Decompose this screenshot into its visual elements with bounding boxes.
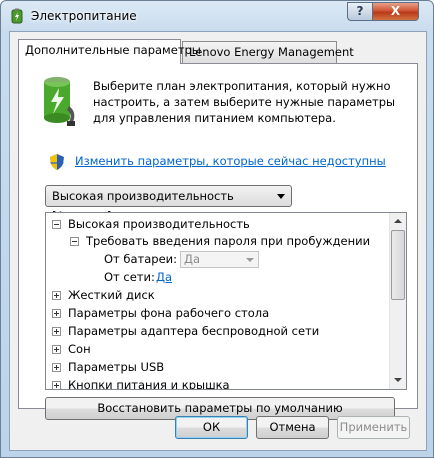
collapse-icon[interactable] [70,237,79,246]
collapse-icon[interactable] [52,220,61,229]
tab-advanced-settings[interactable]: Дополнительные параметры [18,39,201,64]
change-unavailable-settings-link[interactable]: Изменить параметры, которые сейчас недос… [75,154,386,168]
close-button[interactable]: X [372,2,419,21]
description-text: Выберите план электропитания, который ну… [93,79,396,125]
title-bar[interactable]: Электропитание ? X [1,1,433,31]
power-plan-dropdown[interactable]: Высокая производительность [Активен] [45,185,292,223]
tab-panel: Выберите план электропитания, который ну… [18,63,418,420]
chevron-down-icon [277,194,285,199]
uac-shield-icon [50,154,64,170]
plugged-in-value[interactable]: Да [156,269,172,286]
dialog-client-area: Дополнительные параметры Lenovo Energy M… [9,31,427,451]
power-options-icon [11,8,23,24]
expand-icon[interactable] [52,381,61,389]
settings-tree[interactable]: Высокая производительность Требовать вве… [45,212,407,390]
scrollbar-thumb[interactable] [391,230,405,300]
expand-icon[interactable] [52,345,61,354]
scroll-down-icon[interactable] [390,372,406,389]
battery-icon [44,77,75,126]
on-battery-select[interactable]: Да [180,251,259,268]
chevron-down-icon [246,258,254,262]
power-options-window: Электропитание ? X Дополнительные параме… [0,0,434,458]
scroll-up-icon[interactable] [390,213,406,230]
expand-icon[interactable] [52,327,61,336]
cancel-button[interactable]: Отмена [256,416,329,439]
window-title: Электропитание [31,9,137,23]
expand-icon[interactable] [52,291,61,300]
apply-button[interactable]: Применить [337,416,410,439]
expand-icon[interactable] [52,363,61,372]
tree-scrollbar[interactable] [389,213,406,389]
expand-icon[interactable] [52,309,61,318]
ok-button[interactable]: ОК [175,416,248,439]
help-button[interactable]: ? [347,2,373,21]
tree-item-on-battery: От батареи: Да [46,251,306,268]
tab-lenovo-energy-management[interactable]: Lenovo Energy Management [182,41,354,63]
